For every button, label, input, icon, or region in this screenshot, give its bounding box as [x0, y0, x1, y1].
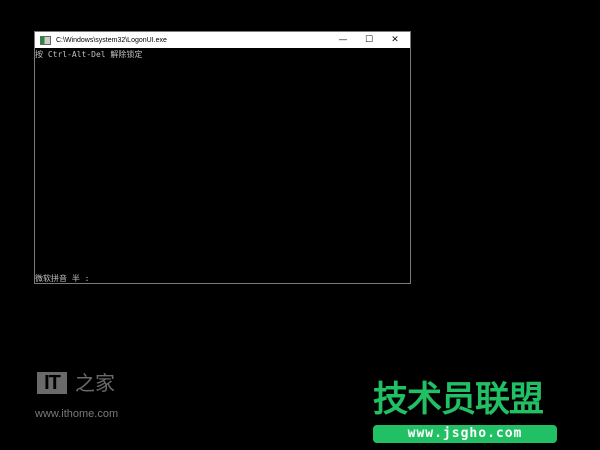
ime-status-text: 微软拼音 半 : — [35, 274, 90, 283]
ithome-logo: IT 之家 — [37, 372, 115, 394]
ithome-site-text: www.ithome.com — [35, 408, 119, 420]
console-window[interactable]: C:\Windows\system32\LogonUI.exe — ☐ ✕ 按 … — [34, 31, 411, 284]
ithome-logo-text: 之家 — [75, 371, 115, 395]
close-button[interactable]: ✕ — [382, 32, 408, 48]
jsgho-logo-text: 技术员联盟 — [373, 380, 544, 420]
console-app-icon — [40, 35, 51, 45]
title-bar[interactable]: C:\Windows\system32\LogonUI.exe — ☐ ✕ — [35, 32, 410, 48]
console-prompt-text: 按 Ctrl-Alt-Del 解除锁定 — [35, 50, 143, 59]
maximize-button[interactable]: ☐ — [356, 32, 382, 48]
ithome-logo-mark: IT — [37, 372, 67, 394]
jsgho-url-badge: www.jsgho.com — [373, 425, 557, 443]
window-title: C:\Windows\system32\LogonUI.exe — [56, 36, 167, 44]
minimize-button[interactable]: — — [330, 32, 356, 48]
